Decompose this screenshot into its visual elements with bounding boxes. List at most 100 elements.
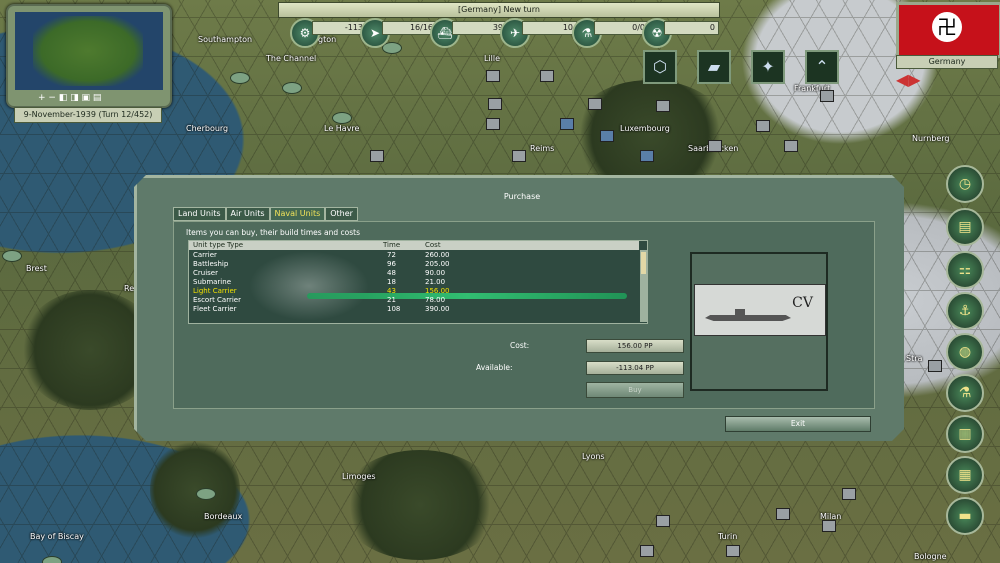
purchase-panel: Items you can buy, their build times and… — [173, 221, 875, 409]
sea-label: The Channel — [266, 54, 317, 63]
anchor-button[interactable]: ⚓ — [946, 292, 984, 330]
purchase-button[interactable]: ▬ — [946, 497, 984, 535]
purchase-tabs: Land Units Air Units Naval Units Other — [173, 207, 358, 221]
diplomacy-button[interactable]: ◍ — [946, 333, 984, 371]
swastika-icon: 卍 — [932, 12, 962, 42]
rank-button[interactable]: ⌃ — [805, 50, 839, 84]
column-header[interactable]: Unit type — [193, 241, 225, 250]
message-bar[interactable]: [Germany] New turn — [278, 2, 720, 18]
country-flag[interactable]: 卍 — [896, 2, 1000, 58]
unit-name: Cruiser — [193, 269, 218, 277]
land-unit[interactable] — [820, 90, 834, 102]
table-row[interactable]: Fleet Carrier 108 390.00 — [189, 305, 639, 314]
anchor-icon: ⚓ — [958, 303, 972, 319]
city-label[interactable]: Re — [124, 284, 134, 293]
options-button[interactable]: ▦ — [946, 456, 984, 494]
city-label[interactable]: Nurnberg — [912, 134, 950, 143]
land-unit[interactable] — [488, 98, 502, 110]
table-row-selected[interactable]: Light Carrier 43 156.00 — [189, 287, 639, 296]
hierarchy-button[interactable]: ⚏ — [946, 251, 984, 289]
unit-name: Light Carrier — [193, 287, 237, 295]
tank-view-button[interactable]: ▰ — [697, 50, 731, 84]
city-label[interactable]: Turin — [718, 532, 737, 541]
generals-button[interactable]: ✦ — [751, 50, 785, 84]
land-unit[interactable] — [486, 70, 500, 82]
end-turn-arrows[interactable]: ◀▶ — [896, 70, 921, 89]
rank-icon: ⌃ — [815, 57, 829, 76]
minimap-controls[interactable]: + − ◧ ◨ ▣ ▤ — [38, 93, 101, 103]
land-unit[interactable] — [656, 100, 670, 112]
city-label[interactable]: gton — [318, 35, 336, 44]
land-unit[interactable] — [726, 545, 740, 557]
city-label[interactable]: Luxembourg — [620, 124, 670, 133]
minimap-view[interactable] — [15, 12, 163, 90]
table-row[interactable]: Cruiser 48 90.00 — [189, 269, 639, 278]
unit-time: 48 — [387, 269, 396, 277]
tab-air-units[interactable]: Air Units — [225, 207, 270, 221]
column-header[interactable]: Type — [227, 241, 243, 250]
minimap-land — [33, 16, 143, 86]
city-label[interactable]: Brest — [26, 264, 47, 273]
minimap[interactable]: + − ◧ ◨ ▣ ▤ — [6, 4, 172, 108]
naval-unit[interactable] — [196, 488, 216, 500]
land-unit[interactable] — [756, 120, 770, 132]
land-unit[interactable] — [640, 545, 654, 557]
city-label[interactable]: Stra — [906, 354, 922, 363]
tab-other[interactable]: Other — [325, 207, 358, 221]
scrollbar-thumb[interactable] — [641, 252, 646, 274]
naval-unit[interactable] — [2, 250, 22, 262]
city-label[interactable]: Southampton — [198, 35, 252, 44]
table-row[interactable]: Battleship 96 205.00 — [189, 260, 639, 269]
clock-button[interactable]: ◷ — [946, 165, 984, 203]
city-label[interactable]: Limoges — [342, 472, 376, 481]
land-unit[interactable] — [656, 515, 670, 527]
research-button[interactable]: ⚗ — [946, 374, 984, 412]
land-unit[interactable] — [540, 70, 554, 82]
tab-land-units[interactable]: Land Units — [173, 207, 226, 221]
report-button[interactable]: ▥ — [946, 415, 984, 453]
land-unit[interactable] — [560, 118, 574, 130]
city-label[interactable]: Bordeaux — [204, 512, 242, 521]
city-label[interactable]: Lille — [484, 54, 500, 63]
unit-cost: 390.00 — [425, 305, 450, 313]
unit-name: Fleet Carrier — [193, 305, 237, 313]
city-label[interactable]: Cherbourg — [186, 124, 228, 133]
land-unit[interactable] — [512, 150, 526, 162]
land-unit[interactable] — [928, 360, 942, 372]
column-header[interactable]: Cost — [425, 241, 441, 250]
table-row[interactable]: Submarine 18 21.00 — [189, 278, 639, 287]
unit-cost: 260.00 — [425, 251, 450, 259]
cost-value: 156.00 PP — [586, 339, 684, 353]
buy-button[interactable]: Buy — [586, 382, 684, 398]
land-unit[interactable] — [370, 150, 384, 162]
city-label[interactable]: Bologne — [914, 552, 947, 561]
naval-unit[interactable] — [332, 112, 352, 124]
cost-label: Cost: — [510, 341, 530, 350]
land-unit[interactable] — [486, 118, 500, 130]
unit-preview-label: CV — [792, 295, 813, 311]
document-button[interactable]: ▤ — [946, 208, 984, 246]
land-unit[interactable] — [588, 98, 602, 110]
city-label[interactable]: Lyons — [582, 452, 605, 461]
land-unit[interactable] — [842, 488, 856, 500]
land-unit[interactable] — [600, 130, 614, 142]
city-label[interactable]: Le Havre — [324, 124, 359, 133]
land-unit[interactable] — [708, 140, 722, 152]
list-scrollbar[interactable] — [640, 250, 647, 322]
city-label[interactable]: Reims — [530, 144, 554, 153]
land-unit[interactable] — [822, 520, 836, 532]
column-header[interactable]: Time — [383, 241, 400, 250]
naval-unit[interactable] — [282, 82, 302, 94]
unit-list[interactable]: Unit type Type Time Cost Carrier 72 260.… — [188, 240, 648, 324]
exit-button[interactable]: Exit — [725, 416, 871, 432]
land-unit[interactable] — [640, 150, 654, 162]
naval-unit[interactable] — [230, 72, 250, 84]
table-row[interactable]: Carrier 72 260.00 — [189, 251, 639, 260]
naval-unit[interactable] — [42, 556, 62, 563]
tab-naval-units[interactable]: Naval Units — [269, 207, 326, 221]
land-unit[interactable] — [784, 140, 798, 152]
resource-value: 0/0 — [594, 21, 649, 35]
table-row[interactable]: Escort Carrier 21 78.00 — [189, 296, 639, 305]
land-unit[interactable] — [776, 508, 790, 520]
hex-toggle-button[interactable]: ⬡ — [643, 50, 677, 84]
